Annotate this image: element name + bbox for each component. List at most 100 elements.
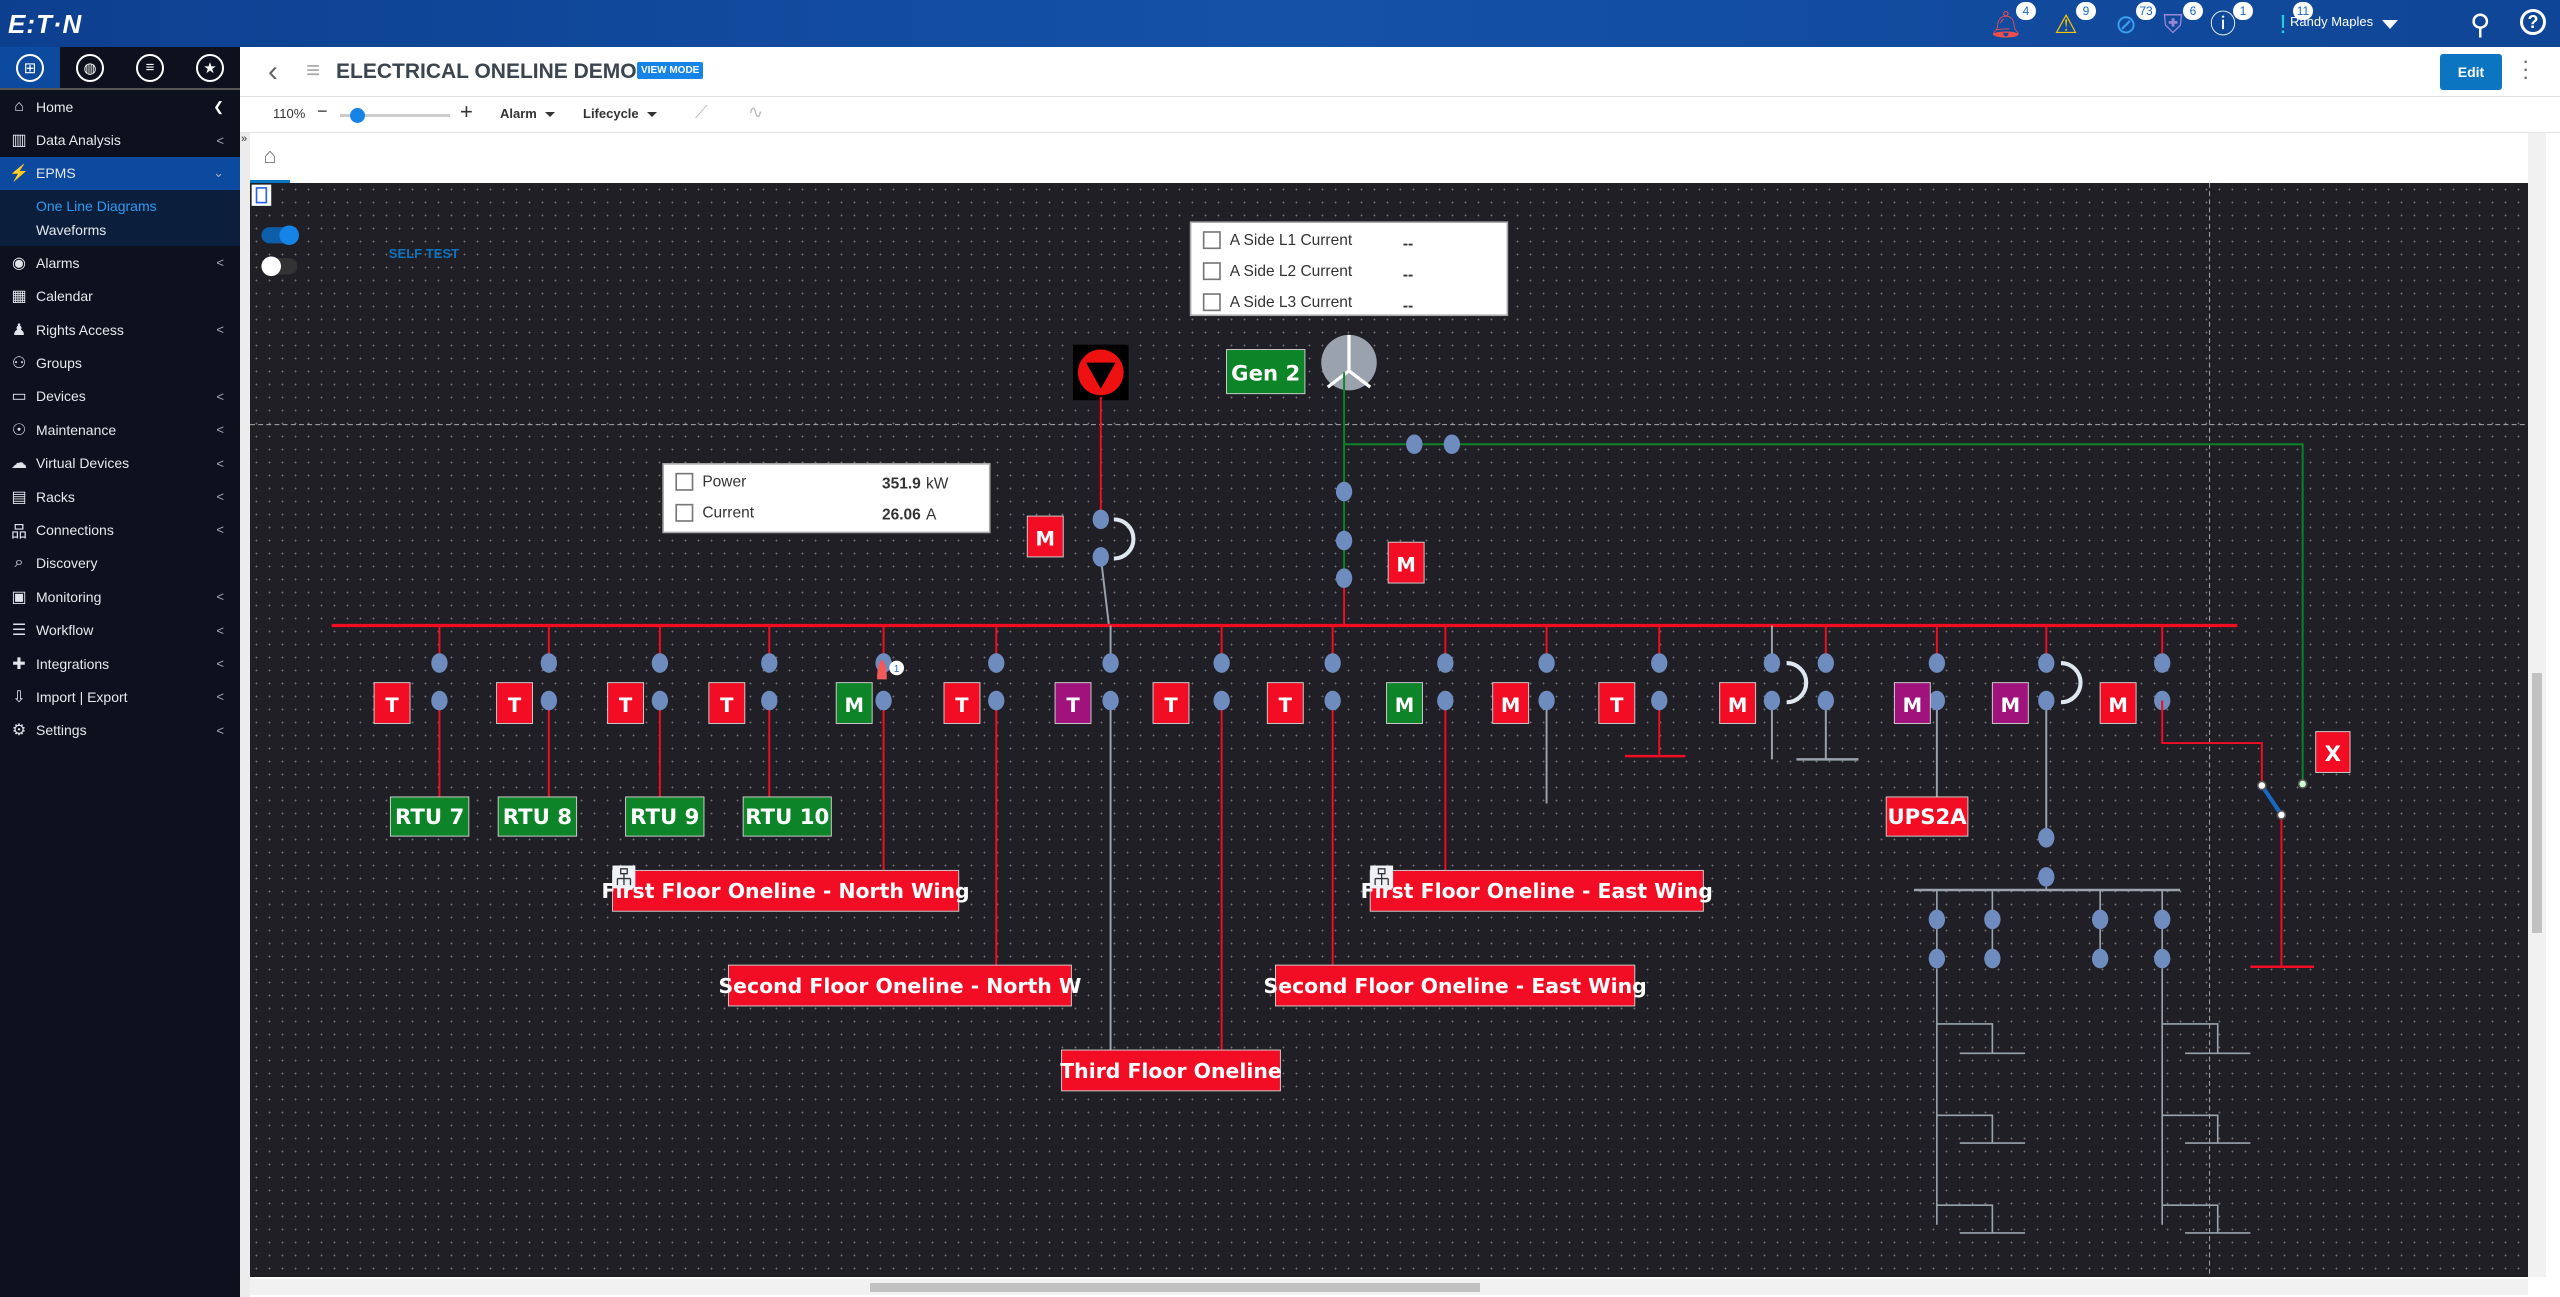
expand-panel-icon[interactable]: » — [241, 133, 247, 145]
breaker-node[interactable] — [1651, 653, 1668, 673]
breaker-node[interactable] — [1538, 653, 1555, 673]
back-icon[interactable]: ‹ — [268, 55, 278, 89]
warning-icon[interactable]: ⚠ 9 — [2048, 2, 2096, 40]
sidebar-item-virtual-devices[interactable]: ☁ Virtual Devices < — [0, 447, 240, 480]
breaker-node[interactable] — [1651, 690, 1668, 711]
sidebar-item-data-analysis[interactable]: ▥ Data Analysis < — [0, 123, 240, 156]
self-test-label[interactable]: SELF TEST — [389, 246, 459, 261]
disabled-icon[interactable]: ⊘ 73 — [2108, 2, 2156, 40]
breaker-node[interactable] — [761, 653, 778, 673]
sidebar-tab-list[interactable]: ≡ — [120, 47, 180, 88]
breaker-node[interactable] — [1763, 690, 1781, 711]
hamburger-icon[interactable]: ≡ — [306, 57, 320, 85]
sidebar-item-import-export[interactable]: ⇩ Import | Export < — [0, 680, 240, 713]
checkbox[interactable] — [675, 472, 694, 491]
sidebar-item-workflow[interactable]: ☰ Workflow < — [0, 613, 240, 646]
info-icon[interactable]: ⓘ 1 — [2205, 2, 2253, 40]
home-tab[interactable]: ⌂ — [250, 134, 290, 183]
sidebar-item-discovery[interactable]: ⌕ Discovery — [0, 547, 240, 580]
breaker-node[interactable] — [1335, 568, 1353, 588]
breaker-node[interactable] — [1928, 909, 1946, 930]
breaker-node[interactable] — [1335, 530, 1353, 551]
breaker-node[interactable] — [1102, 653, 1119, 673]
breaker-node[interactable] — [1437, 653, 1454, 673]
breaker-node[interactable] — [1213, 690, 1230, 711]
breaker-node[interactable] — [1984, 909, 2001, 930]
horizontal-scrollbar[interactable] — [250, 1279, 2528, 1295]
user-menu[interactable]: Randy Maples — [2290, 14, 2373, 29]
help-icon[interactable]: ? — [2520, 9, 2546, 35]
breaker-node[interactable] — [1928, 653, 1946, 673]
breaker-node[interactable] — [988, 653, 1005, 673]
sidebar-item-racks[interactable]: ▤ Racks < — [0, 480, 240, 513]
sidebar-tab-globe[interactable]: ◍ — [60, 47, 120, 88]
sidebar-item-groups[interactable]: ⚇ Groups — [0, 346, 240, 379]
sidebar-tab-apps[interactable]: ⊞ — [0, 47, 60, 88]
search-icon[interactable]: ⚲ — [2470, 8, 2491, 41]
edit-button[interactable]: Edit — [2440, 54, 2502, 90]
checkbox[interactable] — [675, 503, 694, 522]
sidebar-item-monitoring[interactable]: ▣ Monitoring < — [0, 580, 240, 613]
vertical-scrollbar[interactable] — [2528, 133, 2546, 1277]
breaker-node[interactable] — [1335, 481, 1353, 502]
breaker-node[interactable] — [1817, 653, 1834, 673]
breaker-node[interactable] — [2154, 909, 2171, 930]
sidebar-item-home[interactable]: ⌂ Home ❮ — [0, 90, 240, 123]
breaker-node[interactable] — [2091, 909, 2109, 930]
horizontal-scrollbar-thumb[interactable] — [870, 1283, 1480, 1292]
transfer-switch[interactable] — [2260, 784, 2284, 817]
chevron-down-icon[interactable] — [2382, 20, 2398, 29]
checkbox[interactable] — [1202, 293, 1221, 312]
bell-icon[interactable]: 🔔︎ 4 — [1988, 2, 2036, 40]
breaker-node[interactable] — [761, 690, 778, 711]
breaker-node[interactable] — [1763, 653, 1781, 673]
breaker-node[interactable] — [1324, 690, 1341, 711]
breaker-node[interactable] — [1984, 948, 2001, 969]
breaker-node[interactable] — [2038, 653, 2055, 673]
checkbox[interactable] — [1202, 231, 1221, 250]
sidebar-item-integrations[interactable]: ✚ Integrations < — [0, 647, 240, 680]
breaker-node[interactable] — [1406, 434, 1423, 455]
sidebar-tab-favorites[interactable]: ★ — [180, 47, 240, 88]
breaker-node[interactable] — [988, 690, 1005, 711]
breaker-node[interactable] — [1092, 547, 1109, 567]
breaker-node[interactable] — [1213, 653, 1230, 673]
breaker-node[interactable] — [1437, 690, 1454, 711]
breaker-node[interactable] — [1817, 690, 1834, 711]
breaker-node[interactable] — [1928, 948, 1946, 969]
breaker-node[interactable] — [651, 653, 669, 673]
zoom-out-button[interactable]: − — [317, 101, 328, 122]
vertical-scrollbar-thumb[interactable] — [2532, 673, 2542, 933]
breaker-node[interactable] — [1092, 509, 1109, 530]
breaker-node[interactable] — [431, 690, 448, 711]
zoom-in-button[interactable]: + — [460, 99, 473, 125]
sidebar-subitem[interactable]: Waveforms — [36, 218, 240, 242]
alarm-dropdown[interactable]: Alarm — [500, 106, 555, 121]
sidebar-subitem[interactable]: One Line Diagrams — [36, 194, 240, 218]
breaker-node[interactable] — [1102, 690, 1119, 711]
oneline-diagram-canvas[interactable]: SELF TEST A Side L1 Current -- A Side L2 C… — [250, 183, 2528, 1277]
sidebar-item-connections[interactable]: 品 Connections < — [0, 513, 240, 546]
zoom-slider-handle[interactable] — [349, 108, 365, 123]
breaker-node[interactable] — [2154, 653, 2171, 673]
more-options-icon[interactable]: · · · — [2522, 50, 2532, 88]
breaker-node[interactable] — [875, 690, 892, 711]
breaker-node[interactable] — [2091, 948, 2109, 969]
breaker-node[interactable] — [2038, 827, 2055, 848]
breaker-node[interactable] — [540, 690, 557, 711]
breaker-node[interactable] — [540, 653, 557, 673]
breaker-node[interactable] — [651, 690, 669, 711]
sidebar-item-maintenance[interactable]: ☉ Maintenance < — [0, 413, 240, 446]
breaker-node[interactable] — [2154, 948, 2171, 969]
waveform-icon[interactable]: ∿ — [748, 102, 763, 123]
sidebar-item-settings[interactable]: ⚙ Settings < — [0, 714, 240, 747]
sidebar-item-epms[interactable]: ⚡ EPMS ⌄ — [0, 156, 240, 191]
breaker-node[interactable] — [1324, 653, 1341, 673]
breaker-node[interactable] — [1443, 434, 1461, 455]
breaker-node[interactable] — [431, 653, 448, 673]
breaker-node[interactable] — [1538, 690, 1555, 711]
sidebar-item-calendar[interactable]: ▦ Calendar — [0, 280, 240, 313]
sidebar-item-devices[interactable]: ▭ Devices < — [0, 380, 240, 413]
sidebar-item-alarms[interactable]: ◉ Alarms < — [0, 246, 240, 279]
breaker-node[interactable] — [2038, 867, 2055, 887]
